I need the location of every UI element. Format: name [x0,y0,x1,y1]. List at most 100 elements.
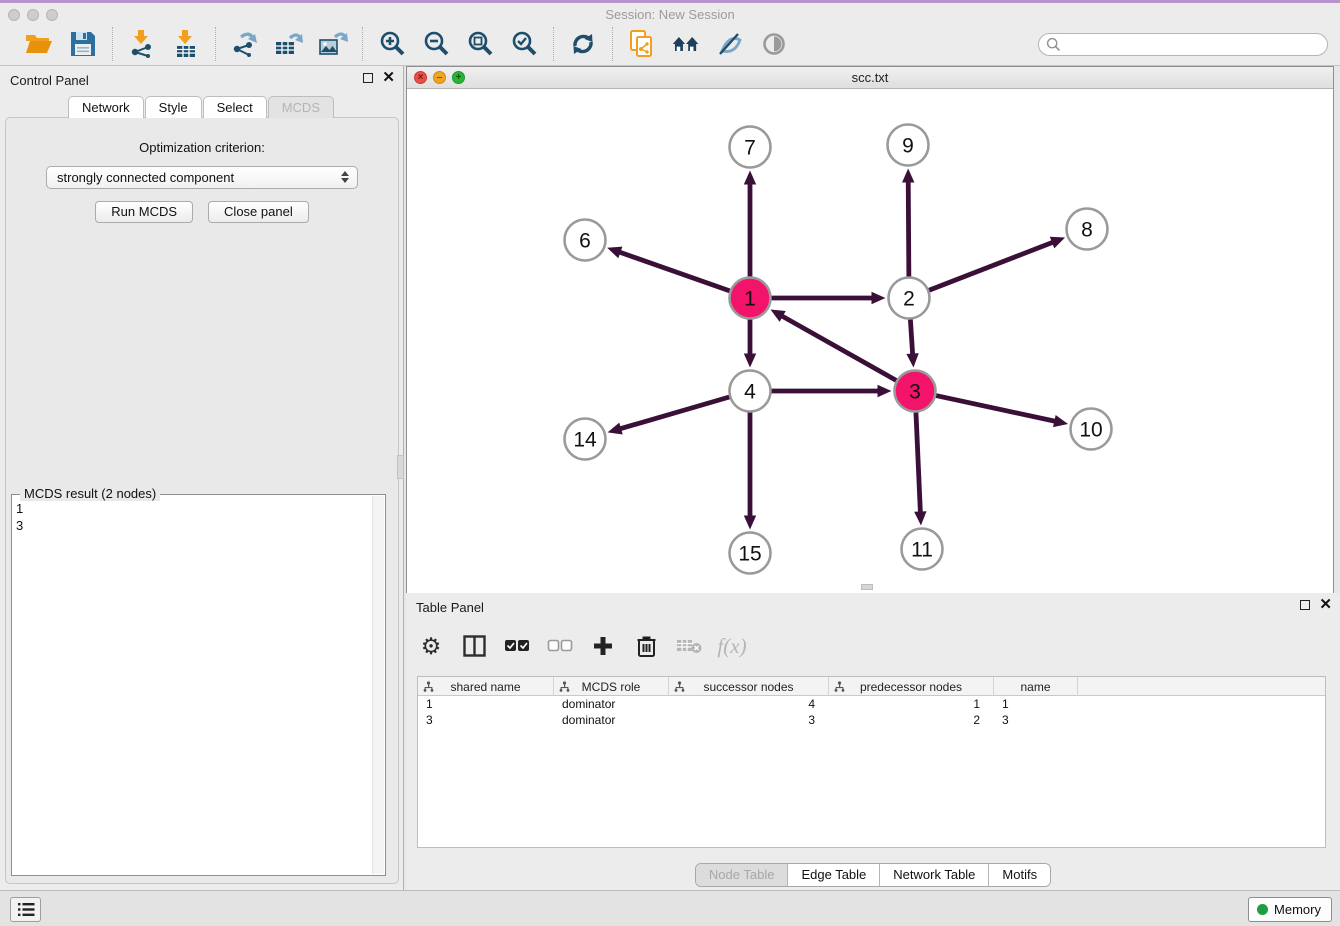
gear-icon[interactable]: ⚙ [418,633,444,659]
table-cell[interactable]: 4 [669,696,829,712]
table-row[interactable]: 1dominator411 [418,696,1325,712]
table-body: 1dominator4113dominator323 [418,696,1325,728]
function-builder-icon[interactable]: f(x) [719,633,745,659]
open-session-icon[interactable] [24,29,54,59]
export-image-icon[interactable] [318,29,348,59]
column-type-icon [423,681,434,695]
task-history-button[interactable] [10,897,41,922]
network-window-titlebar[interactable]: × – + scc.txt [407,67,1333,89]
arrowhead-icon [744,354,756,368]
import-network-icon[interactable] [127,29,157,59]
table-cell[interactable]: 1 [829,696,994,712]
column-header-label: MCDS role [582,680,641,694]
table-cell[interactable]: 3 [994,712,1078,728]
search-input[interactable] [1061,38,1327,52]
edge-2-9[interactable] [908,180,909,276]
node-label: 15 [738,543,761,566]
arrowhead-icon [744,516,756,530]
arrowhead-icon [906,353,918,367]
column-header-shared-name[interactable]: shared name [418,677,554,696]
table-tabs: Node TableEdge TableNetwork TableMotifs [695,863,1051,887]
edge-3-10[interactable] [936,396,1056,422]
node-label: 9 [902,135,914,158]
horizontal-splitter-handle[interactable] [861,584,873,590]
node-table: shared name MCDS role successor nodesprede… [417,676,1326,848]
table-cell[interactable]: 3 [669,712,829,728]
arrowhead-icon [607,247,622,259]
optimization-criterion-select[interactable]: strongly connected component [46,166,358,189]
split-view-icon[interactable] [461,633,487,659]
arrowhead-icon [744,171,756,185]
import-table-icon[interactable] [171,29,201,59]
column-type-icon [559,681,570,695]
run-mcds-button[interactable]: Run MCDS [95,201,193,223]
table-cell[interactable]: 2 [829,712,994,728]
tab-select[interactable]: Select [203,96,267,118]
deselect-all-icon[interactable] [547,633,573,659]
close-panel-button[interactable]: Close panel [208,201,309,223]
export-table-icon[interactable] [274,29,304,59]
node-label: 10 [1079,419,1102,442]
table-cell[interactable]: 3 [418,712,554,728]
network-graph[interactable]: 7968124314101511 [407,90,1333,593]
column-header-name[interactable]: name [994,677,1078,696]
result-scrollbar[interactable] [372,496,384,874]
tab-network[interactable]: Network [68,96,144,118]
edge-1-6[interactable] [618,252,729,291]
tab-edge-table[interactable]: Edge Table [788,864,880,886]
edge-3-11[interactable] [916,412,920,513]
edge-2-3[interactable] [910,319,912,355]
memory-button[interactable]: Memory [1248,897,1332,922]
select-all-icon[interactable] [504,633,530,659]
arrowhead-icon [1053,415,1068,427]
table-cell[interactable]: 1 [994,696,1078,712]
mcds-result-box: MCDS result (2 nodes) 13 [11,494,386,876]
search-box [1038,33,1328,56]
float-panel-icon[interactable] [363,73,373,83]
delete-column-icon[interactable] [633,633,659,659]
table-cell[interactable]: 1 [418,696,554,712]
main-toolbar [0,22,1340,66]
zoom-out-icon[interactable] [421,29,451,59]
export-network-icon[interactable] [230,29,260,59]
edge-4-14[interactable] [619,397,729,429]
tab-node-table[interactable]: Node Table [696,864,789,886]
tab-network-table[interactable]: Network Table [880,864,989,886]
tab-style[interactable]: Style [145,96,202,118]
float-table-panel-icon[interactable] [1300,600,1310,610]
tab-motifs[interactable]: Motifs [989,864,1050,886]
edge-3-1[interactable] [781,315,896,380]
tab-mcds[interactable]: MCDS [268,96,334,118]
table-cell[interactable]: dominator [554,712,669,728]
zoom-fit-icon[interactable] [465,29,495,59]
control-panel: Control Panel ✕ NetworkStyleSelectMCDS O… [0,66,404,890]
close-panel-icon[interactable]: ✕ [382,73,395,83]
duplicate-network-icon[interactable] [627,29,657,59]
nested-networks-icon[interactable] [671,29,701,59]
column-type-icon [674,681,685,695]
zoom-in-icon[interactable] [377,29,407,59]
table-row[interactable]: 3dominator323 [418,712,1325,728]
control-panel-title: Control Panel [10,73,89,88]
node-label: 2 [903,288,915,311]
table-cell[interactable]: dominator [554,696,669,712]
table-panel: Table Panel ✕ ⚙ f(x) shared nameMCDS rol… [406,593,1340,890]
delete-table-icon[interactable] [676,633,702,659]
hide-graphics-details-icon[interactable] [715,29,745,59]
zoom-selected-icon[interactable] [509,29,539,59]
mcds-panel: Optimization criterion: strongly connect… [5,117,399,884]
refresh-icon[interactable] [568,29,598,59]
column-header-mcds-role[interactable]: MCDS role [554,677,669,696]
search-icon [1046,37,1061,52]
mcds-result-item: 1 [16,500,371,517]
vertical-splitter-handle[interactable] [397,455,404,479]
add-column-icon[interactable] [590,633,616,659]
column-header-predecessor-nodes[interactable]: predecessor nodes [829,677,994,696]
app-titlebar: Session: New Session [0,0,1340,22]
save-session-icon[interactable] [68,29,98,59]
close-table-panel-icon[interactable]: ✕ [1319,600,1332,610]
edge-2-8[interactable] [929,242,1054,290]
node-label: 8 [1081,219,1093,242]
overview-icon[interactable] [759,29,789,59]
column-header-successor-nodes[interactable]: successor nodes [669,677,829,696]
